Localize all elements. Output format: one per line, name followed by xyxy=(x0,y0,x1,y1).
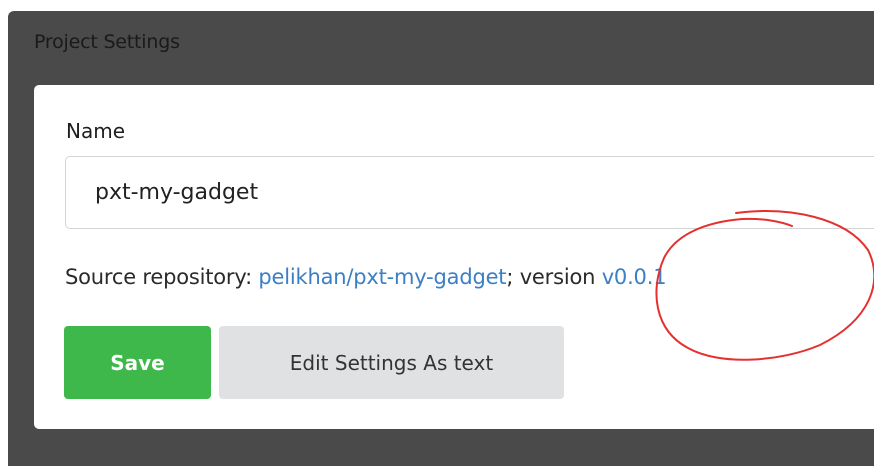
version-separator: ; version xyxy=(506,265,602,289)
source-repository-line: Source repository: pelikhan/pxt-my-gadge… xyxy=(65,265,667,289)
save-button[interactable]: Save xyxy=(64,326,211,399)
name-label: Name xyxy=(66,119,126,143)
edit-settings-as-text-button[interactable]: Edit Settings As text xyxy=(219,326,564,399)
settings-content: Name Source repository: pelikhan/pxt-my-… xyxy=(34,85,874,429)
version-link[interactable]: v0.0.1 xyxy=(602,265,667,289)
name-input[interactable] xyxy=(65,156,874,229)
repository-link[interactable]: pelikhan/pxt-my-gadget xyxy=(258,265,506,289)
project-settings-dialog: Project Settings Name Source repository:… xyxy=(8,11,874,466)
source-repository-prefix: Source repository: xyxy=(65,265,259,289)
dialog-title: Project Settings xyxy=(34,31,180,53)
